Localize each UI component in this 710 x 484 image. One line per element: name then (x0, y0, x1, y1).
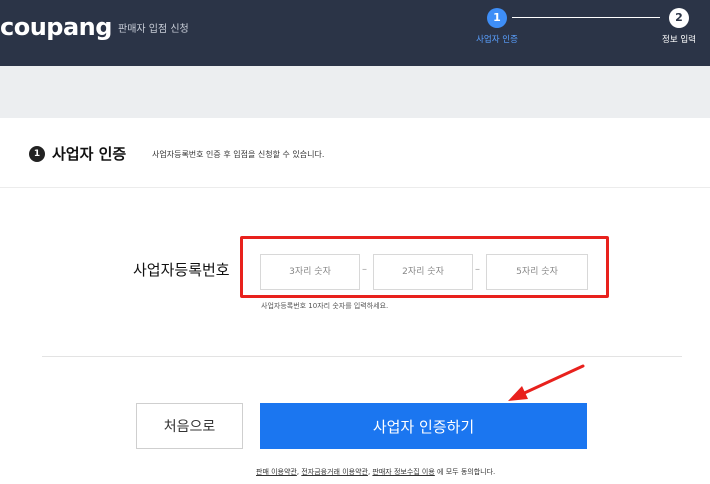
back-to-start-button[interactable]: 처음으로 (136, 403, 243, 449)
seller-info-collection-link[interactable]: 판매자 정보수집 이용 (372, 468, 434, 476)
terms-agreement: 판매 이용약관, 전자금융거래 이용약관, 판매자 정보수집 이용 에 모두 동… (256, 467, 495, 477)
e-finance-terms-link[interactable]: 전자금융거래 이용약관 (301, 468, 368, 476)
verify-business-button[interactable]: 사업자 인증하기 (260, 403, 587, 449)
terms-suffix: 에 모두 동의합니다. (434, 468, 496, 476)
sales-terms-link[interactable]: 판매 이용약관 (256, 468, 297, 476)
